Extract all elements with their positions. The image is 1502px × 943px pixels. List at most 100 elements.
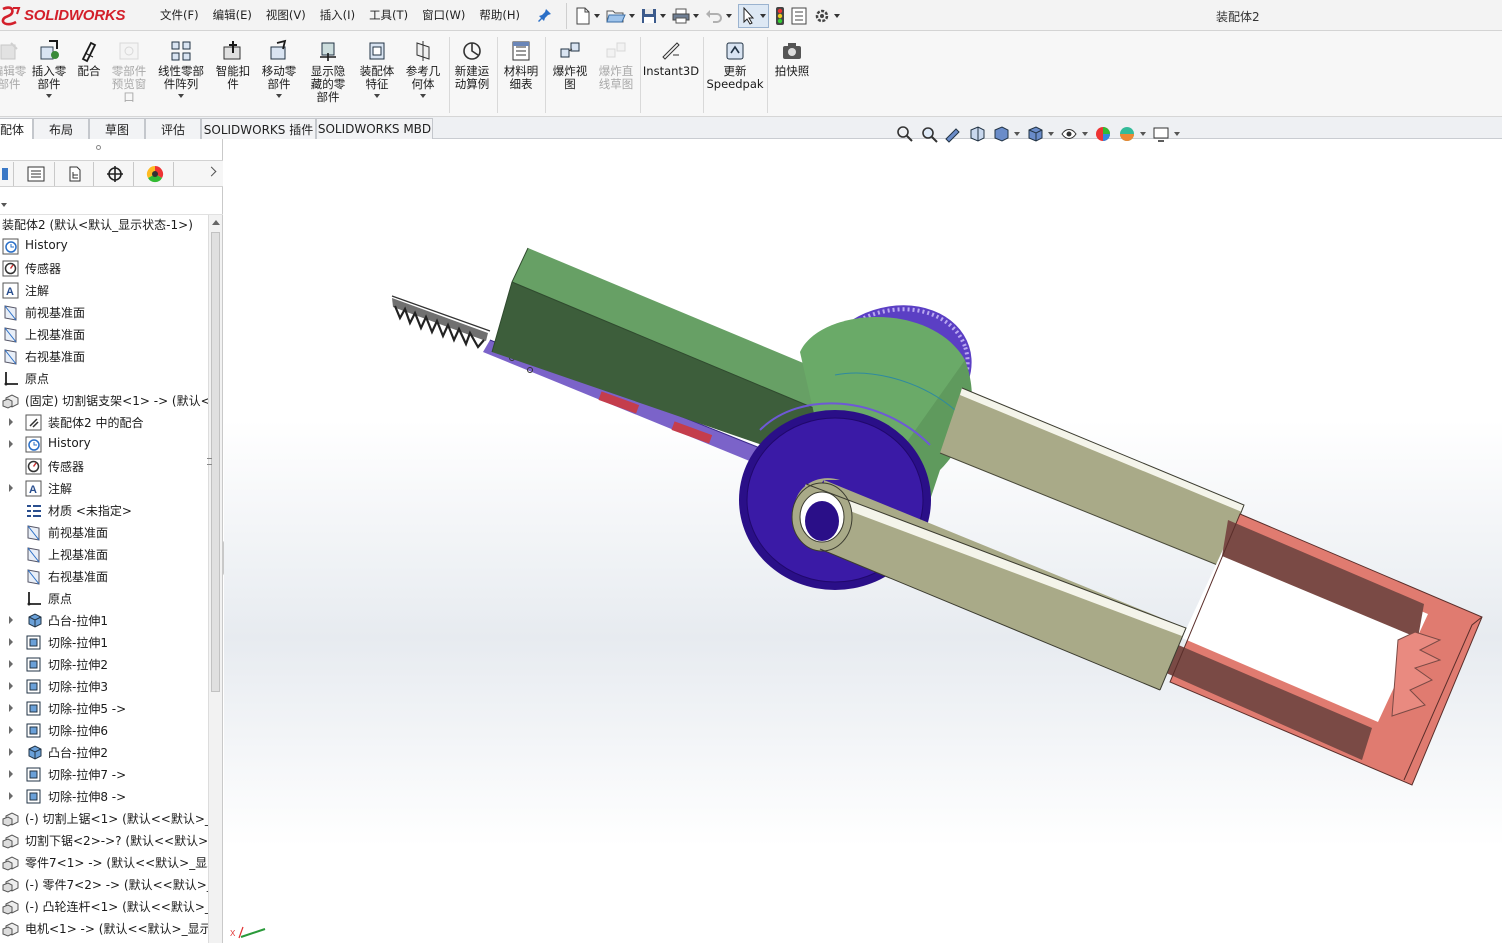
chevron-down-icon[interactable]: [420, 94, 426, 98]
section-view-button[interactable]: [968, 125, 986, 143]
new-document-button[interactable]: [575, 4, 600, 28]
tree-item[interactable]: 切除-拉伸2: [0, 653, 208, 675]
filter-caret-icon[interactable]: [1, 203, 7, 207]
menu-item[interactable]: 工具(T): [369, 7, 408, 23]
expand-arrow-icon[interactable]: [9, 770, 13, 778]
tree-root[interactable]: 装配体2 (默认<默认_显示状态-1>): [0, 215, 208, 235]
tree-scrollbar[interactable]: [207, 215, 222, 943]
command-button[interactable]: 材料明 细表: [493, 39, 549, 91]
tree-item[interactable]: History: [0, 235, 208, 257]
tree-item[interactable]: 凸台-拉伸1: [0, 609, 208, 631]
tab-property-manager[interactable]: [17, 162, 55, 186]
tree-item[interactable]: 切割下锯<2>->? (默认<<默认>_: [0, 829, 208, 851]
saw-blade[interactable]: [391, 295, 491, 349]
expand-arrow-icon[interactable]: [9, 638, 13, 646]
expand-arrow-icon[interactable]: [9, 748, 13, 756]
tree-item[interactable]: 切除-拉伸6: [0, 719, 208, 741]
previous-view-button[interactable]: [944, 125, 962, 143]
scroll-thumb[interactable]: [211, 232, 220, 692]
expand-arrow-icon[interactable]: [9, 440, 13, 448]
expand-arrow-icon[interactable]: [9, 682, 13, 690]
panel-handle[interactable]: [96, 145, 101, 150]
command-button[interactable]: 移动零 部件: [251, 39, 307, 98]
tree-item[interactable]: 原点: [0, 367, 208, 389]
command-button[interactable]: 参考几 何体: [395, 39, 451, 98]
graphics-area[interactable]: X: [224, 139, 1502, 943]
print-button[interactable]: [672, 4, 699, 28]
tree-item[interactable]: (-) 零件7<2> -> (默认<<默认>_显: [0, 873, 208, 895]
chevron-down-icon[interactable]: [1082, 132, 1088, 136]
command-button[interactable]: 拍快照: [764, 39, 820, 78]
chevron-down-icon[interactable]: [1140, 132, 1146, 136]
tree-item[interactable]: (-) 凸轮连杆<1> (默认<<默认>_显: [0, 895, 208, 917]
undo-button[interactable]: [705, 4, 732, 28]
save-button[interactable]: [641, 4, 666, 28]
display-style-button[interactable]: [1026, 125, 1044, 143]
connecting-rod-upper[interactable]: [939, 387, 1245, 567]
pin-icon[interactable]: [537, 7, 553, 23]
tree-item[interactable]: 凸台-拉伸2: [0, 741, 208, 763]
expand-arrow-icon[interactable]: [9, 616, 13, 624]
tree-item[interactable]: 传感器: [0, 455, 208, 477]
view-settings-button[interactable]: [1152, 125, 1170, 143]
tree-item[interactable]: 右视基准面: [0, 345, 208, 367]
command-button[interactable]: 显示隐 藏的零 部件: [300, 39, 356, 104]
chevron-down-icon[interactable]: [276, 94, 282, 98]
command-button[interactable]: 零部件 预览窗 口: [101, 39, 157, 104]
command-button[interactable]: Instant3D: [643, 39, 699, 78]
menu-item[interactable]: 窗口(W): [422, 7, 465, 23]
zoom-to-area-button[interactable]: [920, 125, 938, 143]
tree-item[interactable]: 切除-拉伸3: [0, 675, 208, 697]
hide-show-items-button[interactable]: [1060, 125, 1078, 143]
options-button[interactable]: [813, 4, 840, 28]
tree-item[interactable]: A 注解: [0, 279, 208, 301]
tree-item[interactable]: 切除-拉伸1: [0, 631, 208, 653]
chevron-down-icon[interactable]: [1048, 132, 1054, 136]
expand-arrow-icon[interactable]: [9, 704, 13, 712]
tab[interactable]: 草图: [89, 118, 145, 139]
tree-item[interactable]: 切除-拉伸7 ->: [0, 763, 208, 785]
tree-item[interactable]: 右视基准面: [0, 565, 208, 587]
open-button[interactable]: [606, 4, 635, 28]
expand-arrow-icon[interactable]: [9, 418, 13, 426]
tree-item[interactable]: 前视基准面: [0, 521, 208, 543]
tree-item[interactable]: 上视基准面: [0, 543, 208, 565]
tree-item[interactable]: (固定) 切割锯支架<1> -> (默认<: [0, 389, 208, 411]
tab-dimxpert-manager[interactable]: [96, 162, 134, 186]
expand-arrow-icon[interactable]: [9, 660, 13, 668]
tab[interactable]: 布局: [33, 118, 89, 139]
select-button[interactable]: [738, 4, 769, 28]
tree-item[interactable]: 原点: [0, 587, 208, 609]
tree-item[interactable]: 前视基准面: [0, 301, 208, 323]
menu-item[interactable]: 视图(V): [266, 7, 306, 23]
chevron-down-icon[interactable]: [1014, 132, 1020, 136]
view-orientation-button[interactable]: [992, 125, 1010, 143]
chevron-down-icon[interactable]: [1174, 132, 1180, 136]
tree-item[interactable]: 传感器: [0, 257, 208, 279]
command-button[interactable]: 更新 Speedpak: [706, 39, 764, 91]
command-button[interactable]: 新建运 动算例: [444, 39, 500, 91]
tree-item[interactable]: A 注解: [0, 477, 208, 499]
tree-item[interactable]: 电机<1> -> (默认<<默认>_显示: [0, 917, 208, 939]
assembly-model[interactable]: [224, 139, 1502, 943]
apply-scene-button[interactable]: [1118, 125, 1136, 143]
chevron-down-icon[interactable]: [46, 94, 52, 98]
scroll-up-icon[interactable]: [212, 220, 220, 225]
tab-configuration-manager[interactable]: [56, 162, 94, 186]
tree-item[interactable]: 装配体2 中的配合: [0, 411, 208, 433]
menu-item[interactable]: 编辑(E): [213, 7, 252, 23]
tree-item[interactable]: 零件7<1> -> (默认<<默认>_显示: [0, 851, 208, 873]
tab[interactable]: 装配体: [0, 118, 33, 139]
solidworks-logo[interactable]: SOLIDWORKS: [0, 0, 140, 31]
expand-arrow-icon[interactable]: [9, 792, 13, 800]
rebuild-button[interactable]: [775, 4, 785, 28]
chevron-down-icon[interactable]: [178, 94, 184, 98]
file-properties-button[interactable]: [791, 4, 807, 28]
tree-filter-row[interactable]: [0, 187, 223, 215]
tree-item[interactable]: (-) 切割上锯<1> (默认<<默认>_显: [0, 807, 208, 829]
tab[interactable]: SOLIDWORKS 插件: [201, 118, 316, 139]
tab[interactable]: SOLIDWORKS MBD: [316, 118, 433, 139]
menu-item[interactable]: 插入(I): [320, 7, 355, 23]
tab-scroll-right-icon[interactable]: [206, 166, 217, 177]
tree-item[interactable]: 切除-拉伸5 ->: [0, 697, 208, 719]
